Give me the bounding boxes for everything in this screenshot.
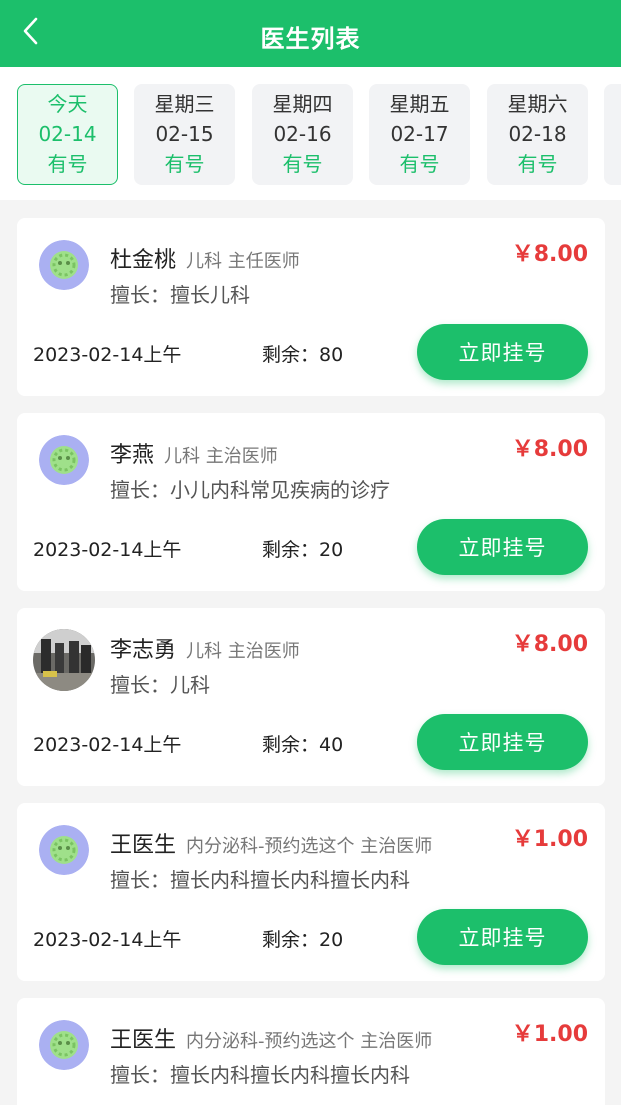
date-weekday: 星期四 (272, 92, 333, 116)
appointment-date: 2023-02-14上午 (33, 929, 182, 951)
doctor-price: ￥1.00 (511, 827, 588, 852)
appointment-date: 2023-02-14上午 (33, 344, 182, 366)
doctor-name-line: 李志勇 儿科 主治医师 (110, 632, 300, 664)
date-day: 02-15 (155, 122, 214, 146)
date-status: 有号 (47, 152, 88, 176)
doctor-title: 儿科 主任医师 (186, 251, 300, 272)
date-weekday: 星期六 (507, 92, 568, 116)
date-day: 02-18 (508, 122, 567, 146)
doctor-title: 儿科 主治医师 (164, 446, 278, 467)
doctor-skill: 擅长：小儿内科常见疾病的诊疗 (110, 478, 390, 502)
doctor-title: 内分泌科-预约选这个 主治医师 (186, 836, 433, 857)
doctor-skill: 擅长：擅长内科擅长内科擅长内科 (110, 1063, 410, 1087)
date-selector: 今天 02-14 有号 星期三 02-15 有号 星期四 02-16 有号 星期… (0, 67, 621, 200)
date-status: 有号 (164, 152, 205, 176)
doctor-card: 李燕 儿科 主治医师 擅长：小儿内科常见疾病的诊疗 ￥8.00 2023-02-1… (17, 413, 605, 591)
date-weekday: 星期五 (389, 92, 450, 116)
date-tab[interactable]: 星期三 02-15 有号 (134, 84, 235, 185)
doctor-price: ￥8.00 (511, 242, 588, 267)
date-tab-partial[interactable] (604, 84, 621, 185)
doctor-name: 李燕 (110, 443, 155, 468)
register-button[interactable]: 立即挂号 (417, 324, 588, 380)
default-avatar-icon (39, 435, 89, 485)
doctor-skill: 擅长：擅长儿科 (110, 283, 250, 307)
date-tab[interactable]: 星期四 02-16 有号 (252, 84, 353, 185)
doctor-price: ￥8.00 (511, 437, 588, 462)
header-bar: 医生列表 (0, 0, 621, 67)
remaining-slots: 剩余：40 (262, 734, 344, 756)
date-status: 有号 (399, 152, 440, 176)
doctor-name-line: 李燕 儿科 主治医师 (110, 437, 278, 469)
doctor-card: 王医生 内分泌科-预约选这个 主治医师 擅长：擅长内科擅长内科擅长内科 ￥1.00… (17, 803, 605, 981)
date-tab[interactable]: 星期六 02-18 有号 (487, 84, 588, 185)
default-avatar-icon (39, 825, 89, 875)
doctor-name-line: 杜金桃 儿科 主任医师 (110, 242, 300, 274)
appointment-date: 2023-02-14上午 (33, 539, 182, 561)
default-avatar-icon (39, 1020, 89, 1070)
doctor-title: 内分泌科-预约选这个 主治医师 (186, 1031, 433, 1052)
doctor-name: 王医生 (110, 833, 177, 858)
doctor-name: 王医生 (110, 1028, 177, 1053)
doctor-name: 杜金桃 (110, 248, 177, 273)
doctor-price: ￥1.00 (511, 1022, 588, 1047)
doctor-card: 李志勇 儿科 主治医师 擅长：儿科 ￥8.00 2023-02-14上午 剩余：4… (17, 608, 605, 786)
register-button[interactable]: 立即挂号 (417, 519, 588, 575)
appointment-date: 2023-02-14上午 (33, 734, 182, 756)
doctor-card: 杜金桃 儿科 主任医师 擅长：擅长儿科 ￥8.00 2023-02-14上午 剩余… (17, 218, 605, 396)
date-weekday: 星期三 (154, 92, 215, 116)
doctor-name-line: 王医生 内分泌科-预约选这个 主治医师 (110, 1022, 432, 1054)
date-tab-today[interactable]: 今天 02-14 有号 (17, 84, 118, 185)
doctor-skill: 擅长：擅长内科擅长内科擅长内科 (110, 868, 410, 892)
date-day: 02-16 (273, 122, 332, 146)
remaining-slots: 剩余：20 (262, 929, 344, 951)
date-status: 有号 (517, 152, 558, 176)
remaining-slots: 剩余：80 (262, 344, 344, 366)
doctor-name: 李志勇 (110, 638, 177, 663)
doctor-title: 儿科 主治医师 (186, 641, 300, 662)
date-weekday: 今天 (47, 92, 88, 116)
date-status: 有号 (282, 152, 323, 176)
default-avatar-icon (39, 240, 89, 290)
page-title: 医生列表 (260, 25, 361, 53)
register-button[interactable]: 立即挂号 (417, 909, 588, 965)
date-day: 02-17 (390, 122, 449, 146)
doctor-skill: 擅长：儿科 (110, 673, 210, 697)
doctor-price: ￥8.00 (511, 632, 588, 657)
doctor-name-line: 王医生 内分泌科-预约选这个 主治医师 (110, 827, 432, 859)
remaining-slots: 剩余：20 (262, 539, 344, 561)
date-day: 02-14 (38, 122, 97, 146)
date-tab[interactable]: 星期五 02-17 有号 (369, 84, 470, 185)
register-button[interactable]: 立即挂号 (417, 714, 588, 770)
doctor-photo-avatar (33, 629, 95, 691)
doctor-card: 王医生 内分泌科-预约选这个 主治医师 擅长：擅长内科擅长内科擅长内科 ￥1.00 (17, 998, 605, 1105)
